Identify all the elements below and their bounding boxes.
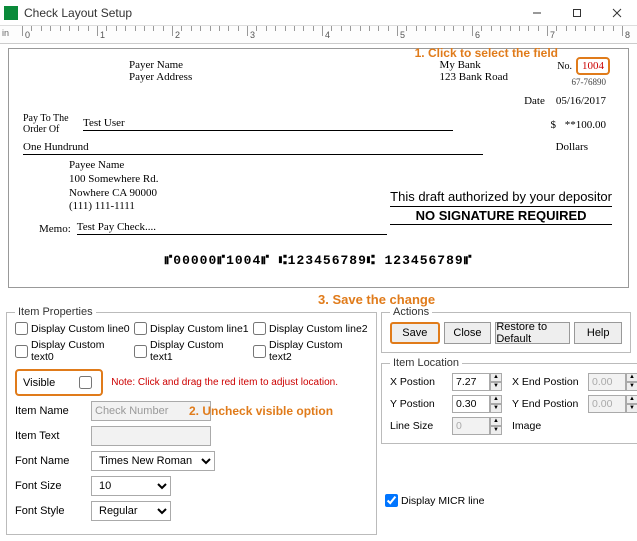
memo-value: Test Pay Check.... (77, 221, 387, 235)
up-icon: ▲ (490, 417, 502, 426)
display-custom-text0[interactable]: Display Custom text0 (15, 339, 130, 363)
up-icon[interactable]: ▲ (490, 395, 502, 404)
xend-label: X End Postion (512, 376, 584, 388)
auth-line2: NO SIGNATURE REQUIRED (390, 206, 612, 225)
save-button[interactable]: Save (390, 322, 440, 344)
visible-label: Visible (23, 377, 55, 389)
up-icon: ▲ (626, 373, 637, 382)
display-custom-line0[interactable]: Display Custom line0 (15, 322, 130, 335)
down-icon: ▼ (626, 404, 637, 413)
ruler-unit: in (2, 28, 9, 38)
annotation-step1: 1. Click to select the field (415, 46, 558, 60)
yend-label: Y End Postion (512, 398, 584, 410)
font-name-select[interactable]: Times New Roman (91, 451, 215, 471)
check-number-field[interactable]: No. 1004 (557, 57, 610, 75)
xpos-spinner[interactable]: ▲▼ (452, 373, 508, 391)
app-icon (4, 6, 18, 20)
check-preview[interactable]: 1. Click to select the field Payer Name … (8, 48, 629, 288)
up-icon[interactable]: ▲ (490, 373, 502, 382)
payee-phone: (111) 111-1111 (69, 200, 159, 214)
amount-value: **100.00 (565, 119, 606, 131)
item-location-group: Item Location X Postion ▲▼ X End Postion… (381, 357, 637, 444)
date-value: 05/16/2017 (556, 95, 606, 107)
dollars-label: Dollars (556, 141, 588, 153)
memo-label: Memo: (39, 223, 71, 235)
close-action-button[interactable]: Close (444, 322, 492, 344)
actions-group: Actions Save Close Restore to Default He… (381, 306, 631, 353)
memo-block: Memo: Test Pay Check.... (39, 221, 387, 235)
font-name-label: Font Name (15, 455, 85, 467)
image-label: Image (512, 420, 584, 432)
authorization-block: This draft authorized by your depositor … (390, 189, 612, 225)
actions-legend: Actions (390, 306, 432, 318)
item-location-legend: Item Location (390, 357, 462, 369)
linesize-label: Line Size (390, 420, 448, 432)
item-text-label: Item Text (15, 430, 85, 442)
payer-name: Payer Name (129, 59, 192, 71)
bank-block: My Bank 123 Bank Road (440, 59, 508, 83)
down-icon: ▼ (626, 382, 637, 391)
item-properties-group: Item Properties Display Custom line0 Dis… (6, 306, 377, 535)
window-title: Check Layout Setup (24, 6, 517, 20)
payee-street: 100 Somewhere Rd. (69, 173, 159, 187)
font-size-select[interactable]: 10 (91, 476, 171, 496)
check-number-value[interactable]: 1004 (576, 57, 610, 75)
display-custom-line1[interactable]: Display Custom line1 (134, 322, 249, 335)
pay-to-value: Test User (83, 117, 453, 131)
horizontal-ruler: in 012345678 (0, 26, 637, 44)
xpos-label: X Postion (390, 376, 448, 388)
display-custom-text1[interactable]: Display Custom text1 (134, 339, 249, 363)
ypos-label: Y Postion (390, 398, 448, 410)
reference-number: 67-76890 (572, 77, 607, 87)
micr-line: ⑈00000⑈1004⑈ ⑆123456789⑆ 123456789⑈ (9, 253, 628, 268)
date-label: Date (524, 95, 545, 107)
down-icon: ▼ (490, 426, 502, 435)
visible-checkbox[interactable] (79, 376, 92, 389)
payee-name: Payee Name (69, 159, 159, 173)
down-icon[interactable]: ▼ (490, 404, 502, 413)
item-properties-legend: Item Properties (15, 306, 96, 318)
font-size-label: Font Size (15, 480, 85, 492)
bank-name: My Bank (440, 59, 508, 71)
font-style-label: Font Style (15, 505, 85, 517)
linesize-spinner: ▲▼ (452, 417, 508, 435)
bank-street: 123 Bank Road (440, 71, 508, 83)
payer-block: Payer Name Payer Address (129, 59, 192, 83)
visible-note: Note: Click and drag the red item to adj… (111, 377, 338, 388)
title-bar: Check Layout Setup (0, 0, 637, 26)
payee-block: Payee Name 100 Somewhere Rd. Nowhere CA … (69, 159, 159, 214)
up-icon: ▲ (626, 395, 637, 404)
pay-to-label: Pay To The Order Of (23, 113, 83, 135)
amount-block: $ **100.00 (551, 119, 607, 131)
display-custom-text2[interactable]: Display Custom text2 (253, 339, 368, 363)
annotation-step2: 2. Uncheck visible option (189, 404, 333, 418)
amount-words: One Hundrund (23, 141, 483, 155)
help-button[interactable]: Help (574, 322, 622, 344)
yend-spinner: ▲▼ (588, 395, 637, 413)
down-icon[interactable]: ▼ (490, 382, 502, 391)
item-name-label: Item Name (15, 405, 85, 417)
item-text-field (91, 426, 211, 446)
display-micr-checkbox[interactable]: Display MICR line (385, 466, 631, 535)
xend-spinner: ▲▼ (588, 373, 637, 391)
restore-default-button[interactable]: Restore to Default (495, 322, 570, 344)
display-custom-line2[interactable]: Display Custom line2 (253, 322, 368, 335)
dollar-sign: $ (551, 119, 557, 131)
pay-to-block: Pay To The Order Of Test User (23, 113, 453, 135)
visible-checkbox-wrap: Visible (15, 369, 103, 396)
close-button[interactable] (597, 0, 637, 25)
font-style-select[interactable]: Regular (91, 501, 171, 521)
payee-city: Nowhere CA 90000 (69, 187, 159, 201)
auth-line1: This draft authorized by your depositor (390, 189, 612, 204)
payer-address: Payer Address (129, 71, 192, 83)
number-label: No. (557, 61, 572, 72)
date-block: Date 05/16/2017 (524, 95, 606, 107)
minimize-button[interactable] (517, 0, 557, 25)
annotation-step3: 3. Save the change (318, 292, 435, 307)
ypos-spinner[interactable]: ▲▼ (452, 395, 508, 413)
maximize-button[interactable] (557, 0, 597, 25)
